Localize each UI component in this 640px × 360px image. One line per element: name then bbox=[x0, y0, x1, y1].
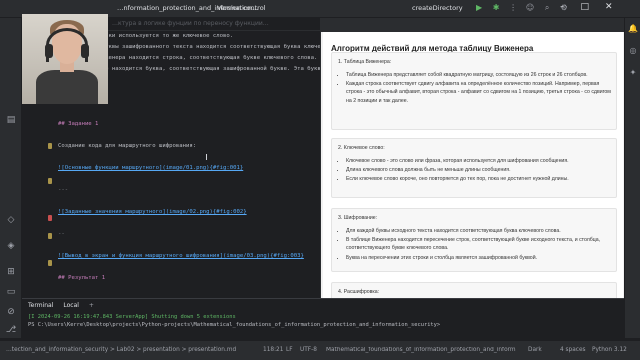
run-configuration-select[interactable]: createDirectory bbox=[412, 4, 463, 12]
card-list-item: Ключевое слово - это слово или фраза, ко… bbox=[346, 157, 614, 165]
status-bar: …tection_and_information_security > Lab0… bbox=[0, 340, 640, 360]
card-title: 2. Ключевое слово: bbox=[338, 145, 385, 151]
preview-page: Алгоритм действий для метода таблицу Виж… bbox=[323, 32, 623, 298]
card-title: 4. Расшифровка: bbox=[338, 289, 380, 295]
code-line[interactable]: ![Основные функции маршрутного](image/01… bbox=[58, 164, 243, 173]
new-terminal-button[interactable]: + bbox=[89, 302, 94, 309]
card-list-item: Буква на пересечении этих строки и столб… bbox=[346, 254, 614, 262]
left-tool-strip: ▤ ◇ ◈ ⊞ ▭ ⊘ ⎇ bbox=[0, 18, 22, 338]
breadcrumb[interactable]: …tection_and_information_security > Lab0… bbox=[6, 347, 236, 353]
webcam-overlay bbox=[22, 14, 108, 104]
card-list-item: Для каждой буквы исходного текста находи… bbox=[346, 227, 614, 235]
debug-icon[interactable]: ✱ bbox=[492, 3, 501, 12]
run-icon[interactable]: ▶ bbox=[475, 3, 484, 12]
problems-icon[interactable]: ⊘ bbox=[5, 306, 17, 318]
python-packages-icon[interactable]: ◈ bbox=[5, 240, 17, 252]
code-line[interactable]: --- bbox=[58, 186, 68, 195]
theme-indicator[interactable]: Dark bbox=[528, 347, 542, 353]
preview-card: 3. Шифрование: Для каждой буквы исходного… bbox=[331, 208, 617, 272]
users-icon[interactable]: ☺ bbox=[526, 3, 535, 12]
markdown-preview[interactable]: Алгоритм действий для метода таблицу Виж… bbox=[320, 18, 624, 298]
notifications-icon[interactable]: 🔔 bbox=[628, 24, 638, 34]
change-marker bbox=[48, 260, 52, 266]
git-icon[interactable]: ⎇ bbox=[5, 324, 17, 336]
cursor-position[interactable]: 118:21 bbox=[263, 347, 283, 353]
card-list: Таблица Виженера представляет собой квад… bbox=[346, 71, 614, 106]
card-list: Ключевое слово - это слово или фраза, ко… bbox=[346, 157, 614, 185]
card-list-item: В таблице Виженера находится пересечение… bbox=[346, 236, 614, 252]
line-separator[interactable]: LF bbox=[286, 347, 293, 353]
file-encoding[interactable]: UTF-8 bbox=[300, 347, 317, 353]
code-line[interactable]: ## Результат 1 bbox=[58, 274, 105, 283]
search-icon[interactable]: ⌕ bbox=[543, 3, 552, 12]
terminal-tab-local[interactable]: Local bbox=[63, 302, 79, 309]
terminal-tab-title: Terminal bbox=[28, 301, 54, 309]
python-version[interactable]: Python 3.12 bbox=[592, 347, 627, 353]
project-tool-icon[interactable]: ▤ bbox=[5, 114, 17, 126]
preview-toolbar bbox=[321, 18, 624, 32]
more-icon[interactable]: ⋮ bbox=[509, 3, 518, 12]
structure-tool-icon[interactable]: ◇ bbox=[5, 214, 17, 226]
card-list: Для каждой буквы исходного текста находи… bbox=[346, 227, 614, 263]
maximize-icon[interactable]: □ bbox=[581, 2, 590, 12]
terminal-tool-icon[interactable]: ▭ bbox=[5, 286, 17, 298]
ai-assistant-icon[interactable]: ✦ bbox=[628, 68, 638, 78]
card-list-item: Длина ключевого слова должна быть не мен… bbox=[346, 166, 614, 174]
preview-card: 4. Расшифровка:Для расшифровки используе… bbox=[331, 282, 617, 298]
version-control-menu[interactable]: Version control bbox=[217, 4, 266, 12]
preview-card: 2. Ключевое слово: Ключевое слово - это с… bbox=[331, 138, 617, 198]
terminal-prompt[interactable]: PS C:\Users\Kerre\Desktop\projects\Pytho… bbox=[28, 321, 440, 329]
card-list-item: Таблица Виженера представляет собой квад… bbox=[346, 71, 614, 79]
terminal-panel[interactable]: Terminal Local + [I 2024-09-26 16:19:47.… bbox=[22, 298, 624, 340]
code-line[interactable]: Создание кода для маршрутного шифрования… bbox=[58, 142, 196, 151]
close-icon[interactable]: ✕ bbox=[605, 2, 613, 12]
sticky-line: …ктура в логике фунции по переносу функц… bbox=[112, 20, 269, 27]
code-line[interactable]: ![Вывод в экран и функция маршрутного ши… bbox=[58, 252, 304, 261]
code-line[interactable]: ## Задание 1 bbox=[58, 120, 98, 129]
card-title: 1. Таблица Виженера: bbox=[338, 59, 392, 65]
change-marker bbox=[48, 178, 52, 184]
interpreter-name[interactable]: Mathematical_foundations_of_information_… bbox=[326, 347, 516, 353]
change-marker bbox=[48, 215, 52, 221]
code-line[interactable]: ![Заданные значения маршрутного](image/0… bbox=[58, 208, 247, 217]
card-list-item: Если ключевое слово короче, оно повторяе… bbox=[346, 175, 614, 183]
terminal-log-line: [I 2024-09-26 16:19:47.843 ServerApp] Sh… bbox=[28, 314, 236, 320]
card-list-item: Каждая строка соответствует сдвигу алфав… bbox=[346, 80, 614, 105]
minimize-icon[interactable]: – bbox=[560, 2, 565, 12]
text-cursor bbox=[206, 154, 210, 160]
preview-card: 1. Таблица Виженера: Таблица Виженера пре… bbox=[331, 52, 617, 130]
change-marker bbox=[48, 143, 52, 149]
database-icon[interactable]: ◎ bbox=[628, 46, 638, 56]
services-icon[interactable]: ⊞ bbox=[5, 266, 17, 278]
indent-setting[interactable]: 4 spaces bbox=[560, 347, 586, 353]
change-marker bbox=[48, 233, 52, 239]
code-line[interactable]: -- bbox=[58, 230, 65, 239]
right-tool-strip: 🔔 ◎ ✦ bbox=[624, 18, 640, 338]
card-title: 3. Шифрование: bbox=[338, 215, 378, 221]
